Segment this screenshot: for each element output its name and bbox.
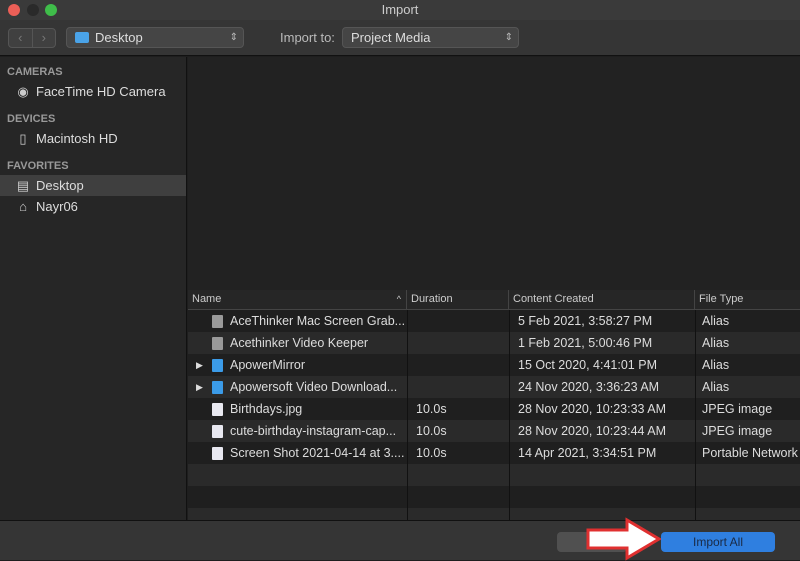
column-divider	[695, 310, 696, 520]
type-cell: Portable Network	[702, 446, 798, 460]
window-title: Import	[381, 2, 419, 17]
created-cell: 1 Feb 2021, 5:00:46 PM	[518, 336, 653, 350]
table-row[interactable]: Acethinker Video Keeper 1 Feb 2021, 5:00…	[188, 332, 800, 354]
sidebar-item-desktop[interactable]: ▤ Desktop	[0, 175, 186, 196]
title-bar: Import	[0, 0, 800, 20]
name-cell: Screen Shot 2021-04-14 at 3....	[188, 442, 407, 464]
duration-cell	[407, 354, 509, 376]
duration-cell	[407, 376, 509, 398]
created-cell: 28 Nov 2020, 10:23:44 AM	[518, 424, 667, 438]
type-cell: JPEG image	[702, 424, 773, 438]
sidebar-item-label: Nayr06	[36, 199, 78, 214]
created-cell: 24 Nov 2020, 3:36:23 AM	[518, 380, 660, 394]
column-divider	[509, 310, 510, 520]
section-cameras: CAMERAS	[7, 66, 63, 78]
import-to-select[interactable]: Project Media ⇕	[342, 27, 519, 48]
import-to-value: Project Media	[351, 30, 431, 45]
home-icon: ⌂	[19, 199, 27, 214]
chevron-updown-icon: ⇕	[229, 32, 238, 43]
minimize-window-button[interactable]	[27, 4, 39, 16]
footer-bar: Import All	[0, 517, 800, 561]
duration-cell: 10.0s	[416, 424, 447, 438]
image-file-icon	[212, 425, 223, 438]
zoom-window-button[interactable]	[45, 4, 57, 16]
type-cell: Alias	[702, 358, 730, 372]
sidebar-item-label: FaceTime HD Camera	[36, 84, 166, 99]
created-cell: 5 Feb 2021, 3:58:27 PM	[518, 314, 653, 328]
file-list: Name ^ Duration Content Created File Type…	[188, 290, 800, 530]
nav-buttons: ‹ ›	[8, 28, 56, 48]
duration-cell	[407, 332, 509, 354]
created-cell: 14 Apr 2021, 3:34:51 PM	[518, 446, 657, 460]
disclosure-triangle-icon[interactable]: ▶	[196, 354, 203, 376]
table-row[interactable]: Birthdays.jpg 10.0s 28 Nov 2020, 10:23:3…	[188, 398, 800, 420]
preview-area	[188, 57, 800, 290]
duration-cell: 10.0s	[416, 446, 447, 460]
location-select[interactable]: Desktop ⇕	[66, 27, 244, 48]
name-cell: AceThinker Mac Screen Grab...	[188, 310, 407, 332]
sidebar-item-facetime-camera[interactable]: ◉ FaceTime HD Camera	[0, 81, 186, 102]
app-icon	[212, 381, 223, 394]
sidebar-item-macintosh-hd[interactable]: ▯ Macintosh HD	[0, 128, 186, 149]
sidebar-item-home[interactable]: ⌂ Nayr06	[0, 196, 186, 217]
forward-button[interactable]: ›	[33, 29, 56, 47]
list-header: Name ^ Duration Content Created File Type	[188, 290, 800, 310]
list-rows: AceThinker Mac Screen Grab... 5 Feb 2021…	[188, 310, 800, 530]
close-window-button[interactable]	[8, 4, 20, 16]
table-row[interactable]: ▶ ApowerMirror 15 Oct 2020, 4:41:01 PM Al…	[188, 354, 800, 376]
empty-row	[188, 464, 800, 486]
app-icon	[212, 359, 223, 372]
back-button[interactable]: ‹	[9, 29, 33, 47]
section-devices: DEVICES	[7, 113, 56, 125]
desktop-icon: ▤	[16, 178, 30, 193]
column-header-duration[interactable]: Duration	[407, 290, 509, 309]
type-cell: Alias	[702, 380, 730, 394]
camera-icon: ◉	[17, 84, 29, 99]
alias-icon	[212, 315, 223, 328]
type-cell: JPEG image	[702, 402, 773, 416]
annotation-arrow	[586, 517, 662, 561]
column-header-name[interactable]: Name ^	[188, 290, 407, 309]
table-row[interactable]: AceThinker Mac Screen Grab... 5 Feb 2021…	[188, 310, 800, 332]
disclosure-triangle-icon[interactable]: ▶	[196, 376, 203, 398]
name-cell: ▶ Apowersoft Video Download...	[188, 376, 407, 398]
duration-cell: 10.0s	[416, 402, 447, 416]
sidebar: CAMERAS ◉ FaceTime HD Camera DEVICES ▯ Mac…	[0, 57, 187, 520]
toolbar: ‹ › Desktop ⇕ Import to: Project Media ⇕	[0, 20, 800, 56]
section-favorites: FAVORITES	[7, 160, 69, 172]
column-header-content-created[interactable]: Content Created	[509, 290, 695, 309]
import-all-button[interactable]: Import All	[661, 532, 775, 552]
name-cell: Birthdays.jpg	[188, 398, 407, 420]
sort-ascending-icon: ^	[396, 294, 401, 304]
table-row[interactable]: ▶ Apowersoft Video Download... 24 Nov 202…	[188, 376, 800, 398]
name-cell: Acethinker Video Keeper	[188, 332, 407, 354]
hard-drive-icon: ▯	[19, 131, 27, 146]
type-cell: Alias	[702, 336, 730, 350]
created-cell: 28 Nov 2020, 10:23:33 AM	[518, 402, 667, 416]
name-cell: ▶ ApowerMirror	[188, 354, 407, 376]
folder-icon	[75, 32, 89, 43]
empty-row	[188, 486, 800, 508]
column-divider	[407, 310, 408, 520]
name-cell: cute-birthday-instagram-cap...	[188, 420, 407, 442]
table-row[interactable]: cute-birthday-instagram-cap... 10.0s 28 …	[188, 420, 800, 442]
chevron-updown-icon: ⇕	[504, 32, 513, 43]
duration-cell	[407, 310, 509, 332]
image-file-icon	[212, 447, 223, 460]
sidebar-item-label: Macintosh HD	[36, 131, 118, 146]
created-cell: 15 Oct 2020, 4:41:01 PM	[518, 358, 657, 372]
type-cell: Alias	[702, 314, 730, 328]
sidebar-item-label: Desktop	[36, 178, 84, 193]
import-to-label: Import to:	[280, 30, 335, 45]
table-row[interactable]: Screen Shot 2021-04-14 at 3.... 10.0s 14…	[188, 442, 800, 464]
image-file-icon	[212, 403, 223, 416]
column-header-file-type[interactable]: File Type	[695, 290, 800, 309]
alias-icon	[212, 337, 223, 350]
location-value: Desktop	[95, 30, 143, 45]
